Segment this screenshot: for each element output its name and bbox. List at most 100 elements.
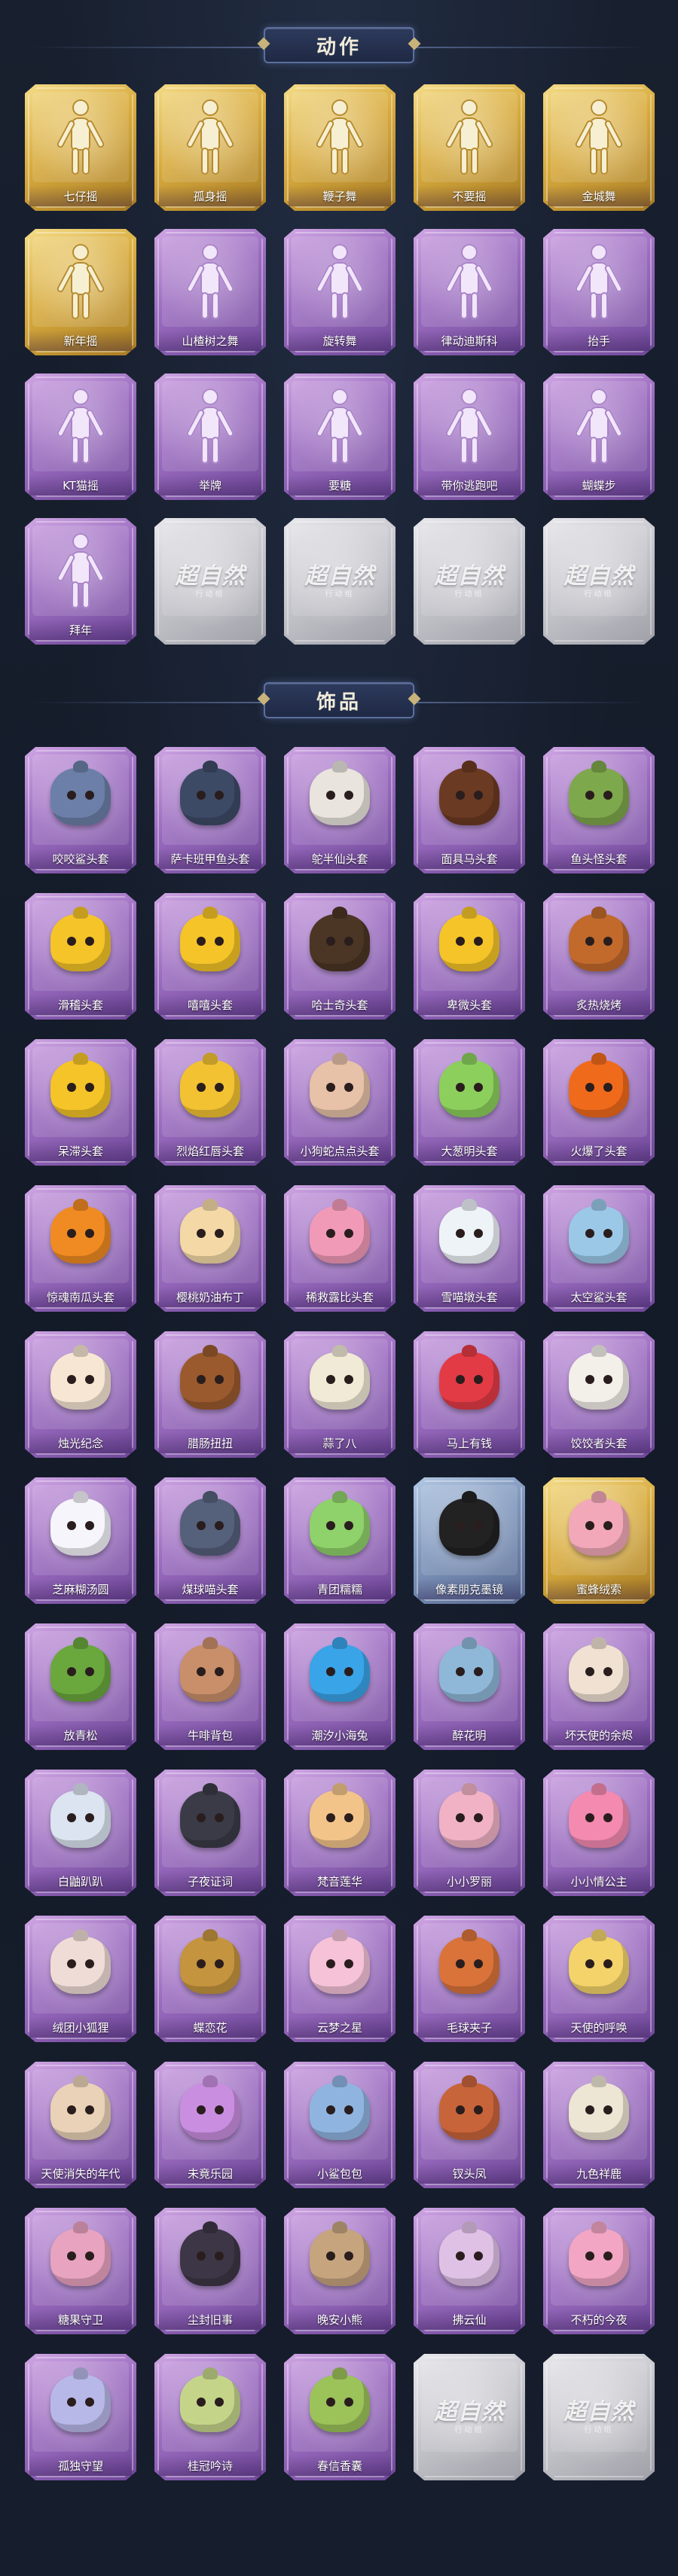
action-card[interactable]: 举牌 [154, 373, 266, 500]
accessory-card[interactable]: 天使的呼唤 [543, 1916, 655, 2042]
action-card[interactable]: 超自然 行动组 [284, 518, 396, 645]
accessory-card[interactable]: 太空鲨头套 [543, 1185, 655, 1312]
accessory-card[interactable]: 牛啡背包 [154, 1623, 266, 1750]
accessory-card[interactable]: 坏天使的余烬 [543, 1623, 655, 1750]
action-card[interactable]: 新年摇 [25, 229, 136, 355]
accessory-card[interactable]: 小小情公主 [543, 1770, 655, 1896]
accessory-card[interactable]: 樱桃奶油布丁 [154, 1185, 266, 1312]
accessory-card[interactable]: 尘封旧事 [154, 2208, 266, 2334]
action-card[interactable]: 七仔摇 [25, 84, 136, 211]
action-card[interactable]: 超自然 行动组 [414, 518, 525, 645]
card-label-text: 哈士奇头套 [311, 998, 368, 1012]
accessory-card[interactable]: 蝶恋花 [154, 1916, 266, 2042]
accessory-card[interactable]: 小鲨包包 [284, 2062, 396, 2188]
accessory-icon [432, 1342, 507, 1425]
accessory-head-shape [569, 1645, 629, 1702]
action-card[interactable]: 金城舞 [543, 84, 655, 211]
pose-part [331, 389, 348, 405]
accessory-card[interactable]: 糖果守卫 [25, 2208, 136, 2334]
action-card[interactable]: 孤身摇 [154, 84, 266, 211]
action-card[interactable]: 山楂树之舞 [154, 229, 266, 355]
accessory-card[interactable]: 呆滞头套 [25, 1039, 136, 1166]
accessory-card[interactable]: 火爆了头套 [543, 1039, 655, 1166]
accessory-card[interactable]: 拂云仙 [414, 2208, 525, 2334]
action-card[interactable]: 抬手 [543, 229, 655, 355]
accessory-card[interactable]: 青团糯糯 [284, 1477, 396, 1604]
accessory-card[interactable]: 放青松 [25, 1623, 136, 1750]
accessory-eye [85, 1813, 94, 1822]
action-card[interactable]: 超自然 行动组 [154, 518, 266, 645]
accessory-eye [474, 1375, 483, 1384]
accessory-card[interactable]: 九色祥鹿 [543, 2062, 655, 2188]
accessory-card[interactable]: 云梦之星 [284, 1916, 396, 2042]
accessory-card[interactable]: 炙热烧烤 [543, 893, 655, 1020]
accessory-card[interactable]: 煤球喵头套 [154, 1477, 266, 1604]
accessory-card[interactable]: 饺饺者头套 [543, 1331, 655, 1458]
accessory-card[interactable]: 白鼬趴趴 [25, 1770, 136, 1896]
accessory-card[interactable]: 孤独守望 [25, 2354, 136, 2480]
accessory-eye [326, 1813, 335, 1822]
accessory-card[interactable]: 烈焰红唇头套 [154, 1039, 266, 1166]
accessory-card[interactable]: 芝麻糊汤圆 [25, 1477, 136, 1604]
accessory-card[interactable]: 醉花明 [414, 1623, 525, 1750]
accessory-eye [456, 1813, 465, 1822]
accessory-top-detail [332, 761, 347, 773]
accessory-card[interactable]: 桂冠吟诗 [154, 2354, 266, 2480]
accessory-card[interactable]: 未竟乐园 [154, 2062, 266, 2188]
accessory-card[interactable]: 不朽的今夜 [543, 2208, 655, 2334]
action-card[interactable]: 蝴蝶步 [543, 373, 655, 500]
card-label: 煤球喵头套 [154, 1578, 266, 1599]
accessory-card[interactable]: 滑稽头套 [25, 893, 136, 1020]
card-label-text: 拂云仙 [452, 2312, 487, 2327]
accessory-card[interactable]: 腊肠扭扭 [154, 1331, 266, 1458]
action-card[interactable]: 律动迪斯科 [414, 229, 525, 355]
card-label: 卑微头套 [414, 994, 525, 1015]
accessory-top-detail [73, 907, 88, 919]
accessory-card[interactable]: 子夜证词 [154, 1770, 266, 1896]
action-card[interactable]: 超自然 行动组 [543, 518, 655, 645]
accessory-card[interactable]: 天使消失的年代 [25, 2062, 136, 2188]
accessory-card[interactable]: 超自然 行动组 [543, 2354, 655, 2480]
accessory-card[interactable]: 咬咬鲨头套 [25, 747, 136, 873]
accessory-card[interactable]: 萨卡班甲鱼头套 [154, 747, 266, 873]
dance-pose-icon [180, 239, 240, 322]
action-card[interactable]: 旋转舞 [284, 229, 396, 355]
accessory-card[interactable]: 哈士奇头套 [284, 893, 396, 1020]
accessory-card[interactable]: 钗头凤 [414, 2062, 525, 2188]
action-card[interactable]: 拜年 [25, 518, 136, 645]
accessory-card[interactable]: 稀救露比头套 [284, 1185, 396, 1312]
accessory-card[interactable]: 小狗蛇点点头套 [284, 1039, 396, 1166]
action-card[interactable]: 不要摇 [414, 84, 525, 211]
accessory-card[interactable]: 毛球夹子 [414, 1916, 525, 2042]
accessory-card[interactable]: 面具马头套 [414, 747, 525, 873]
action-card[interactable]: 要糖 [284, 373, 396, 500]
accessory-card[interactable]: 绒团小狐狸 [25, 1916, 136, 2042]
accessory-card[interactable]: 鱼头怪头套 [543, 747, 655, 873]
accessory-card[interactable]: 马上有钱 [414, 1331, 525, 1458]
accessory-card[interactable]: 蜜蜂绒索 [543, 1477, 655, 1604]
accessory-card[interactable]: 梵音莲华 [284, 1770, 396, 1896]
accessory-card[interactable]: 雪喵墩头套 [414, 1185, 525, 1312]
action-card[interactable]: 带你逃跑吧 [414, 373, 525, 500]
accessory-card[interactable]: 卑微头套 [414, 893, 525, 1020]
accessory-card[interactable]: 小小罗丽 [414, 1770, 525, 1896]
accessory-card[interactable]: 像素朋克墨镜 [414, 1477, 525, 1604]
accessory-card[interactable]: 潮汐小海兔 [284, 1623, 396, 1750]
card-label-text: 鞭子舞 [322, 189, 357, 203]
accessory-card[interactable]: 大葱明头套 [414, 1039, 525, 1166]
action-card[interactable]: 鞭子舞 [284, 84, 396, 211]
accessory-card[interactable]: 烛光纪念 [25, 1331, 136, 1458]
accessory-card[interactable]: 惊魂南瓜头套 [25, 1185, 136, 1312]
accessory-head-shape [439, 1937, 499, 1994]
action-card[interactable]: KT猫摇 [25, 373, 136, 500]
accessory-card[interactable]: 嘻嘻头套 [154, 893, 266, 1020]
accessory-card[interactable]: 春信香囊 [284, 2354, 396, 2480]
accessory-head-shape [50, 2229, 111, 2286]
accessory-top-detail [462, 761, 477, 773]
accessory-icon [432, 904, 507, 986]
accessory-head-shape [569, 1791, 629, 1848]
accessory-card[interactable]: 蒜了八 [284, 1331, 396, 1458]
accessory-card[interactable]: 鸵半仙头套 [284, 747, 396, 873]
accessory-card[interactable]: 超自然 行动组 [414, 2354, 525, 2480]
accessory-card[interactable]: 晚安小熊 [284, 2208, 396, 2334]
